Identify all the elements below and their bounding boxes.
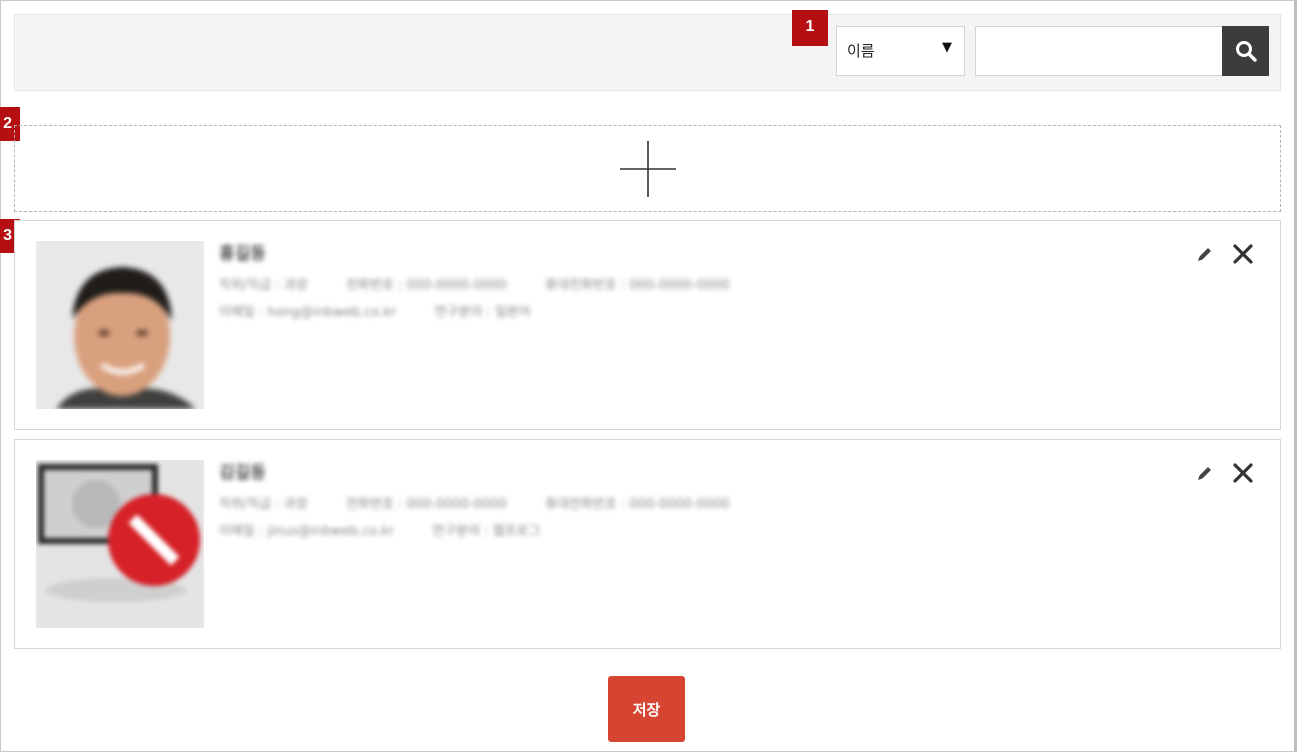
contact-field: 연구분야 : 웹프로그: [432, 524, 541, 539]
card-actions: [1196, 462, 1254, 484]
search-field-value: 이름: [847, 42, 875, 60]
dropdown-arrow-icon: ▼: [942, 40, 952, 55]
contact-line-1: 직위/직급 : 과장 전화번호 : 000-0000-0000 휴대전화번호 :…: [219, 493, 999, 512]
contact-line-2: 이메일 : jinus@inbweb.co.kr 연구분야 : 웹프로그: [219, 520, 999, 539]
contact-email: 이메일 : hong@inbweb.co.kr: [219, 305, 397, 320]
contact-card: 홍길동 직위/직급 : 과장 전화번호 : 000-0000-0000 휴대전화…: [14, 220, 1281, 430]
contact-name: 김길동: [219, 463, 266, 483]
card-actions: [1196, 243, 1254, 265]
delete-button[interactable]: [1232, 462, 1254, 484]
contact-position: 직위/직급 : 과장: [219, 497, 308, 512]
close-icon: [1233, 463, 1253, 483]
contact-card: 김길동 직위/직급 : 과장 전화번호 : 000-0000-0000 휴대전화…: [14, 439, 1281, 649]
search-field-select[interactable]: 이름 ▼: [836, 26, 965, 76]
contact-phone: 전화번호 : 000-0000-0000: [345, 497, 507, 512]
contact-position: 직위/직급 : 과장: [219, 278, 308, 293]
contact-details: 김길동 직위/직급 : 과장 전화번호 : 000-0000-0000 휴대전화…: [219, 458, 999, 547]
contact-line-2: 이메일 : hong@inbweb.co.kr 연구분야 : 일본어: [219, 301, 999, 320]
edit-button[interactable]: [1196, 245, 1214, 263]
contact-field: 연구분야 : 일본어: [434, 305, 531, 320]
contact-mobile: 휴대전화번호 : 000-0000-0000: [544, 497, 730, 512]
plus-icon: [620, 141, 676, 197]
search-input[interactable]: [975, 26, 1223, 76]
search-icon: [1235, 41, 1257, 62]
contact-details: 홍길동 직위/직급 : 과장 전화번호 : 000-0000-0000 휴대전화…: [219, 239, 999, 328]
pencil-icon: [1198, 467, 1211, 480]
contact-email: 이메일 : jinus@inbweb.co.kr: [219, 524, 394, 539]
search-button[interactable]: [1222, 26, 1269, 76]
add-contact-area[interactable]: [14, 125, 1281, 212]
contact-line-1: 직위/직급 : 과장 전화번호 : 000-0000-0000 휴대전화번호 :…: [219, 274, 999, 293]
save-button[interactable]: 저장: [608, 676, 685, 742]
callout-badge-1: 1: [792, 10, 828, 46]
close-icon: [1233, 244, 1253, 264]
contact-mobile: 휴대전화번호 : 000-0000-0000: [544, 278, 730, 293]
contact-photo: [36, 241, 204, 409]
delete-button[interactable]: [1232, 243, 1254, 265]
edit-button[interactable]: [1196, 464, 1214, 482]
contact-photo-placeholder: [36, 460, 204, 628]
contact-phone: 전화번호 : 000-0000-0000: [345, 278, 507, 293]
contact-name: 홍길동: [219, 244, 266, 264]
pencil-icon: [1198, 248, 1211, 261]
